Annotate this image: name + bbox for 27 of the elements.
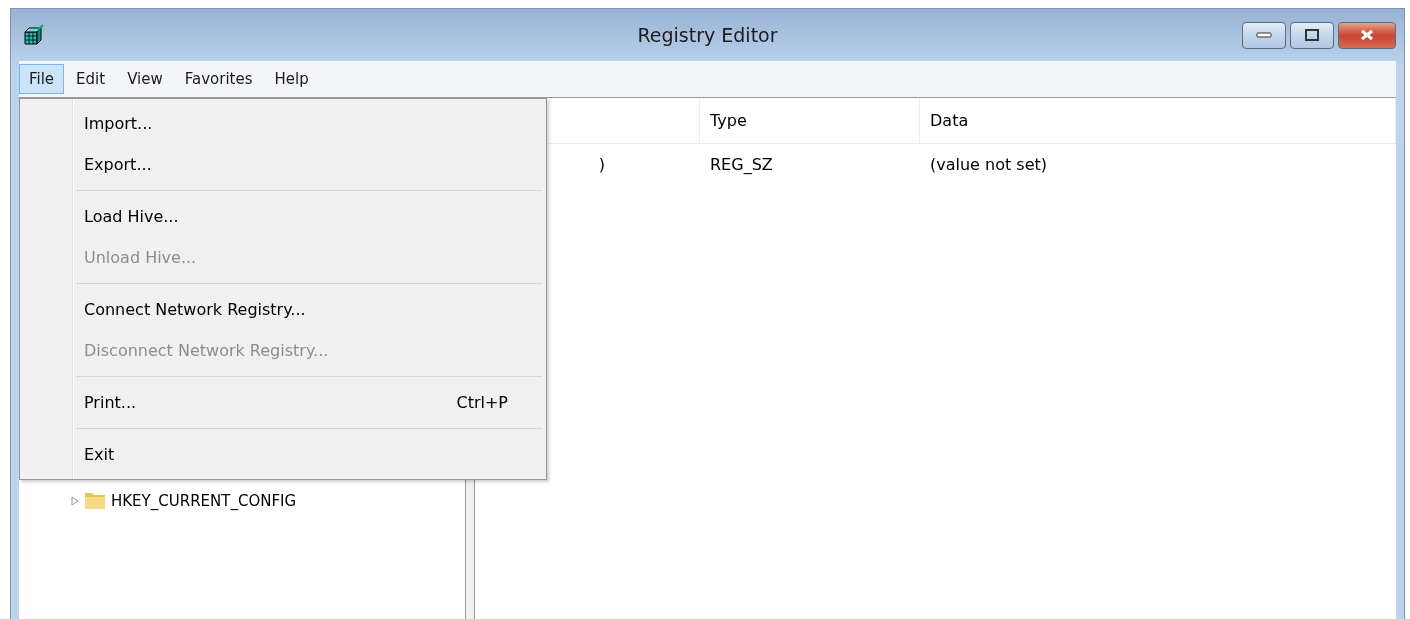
menu-entry[interactable]: Load Hive... (22, 196, 544, 237)
table-cell-text: ) (597, 154, 606, 174)
tree-item[interactable]: HKEY_CURRENT_CONFIG (111, 492, 297, 510)
menu-entry[interactable]: Exit (22, 434, 544, 475)
window-title: Registry Editor (637, 24, 778, 46)
minimize-button[interactable] (1242, 21, 1286, 49)
menu-entry[interactable]: Import... (22, 103, 544, 144)
minimize-icon (1256, 32, 1272, 38)
table-cell-text: REG_SZ (709, 154, 773, 174)
column-header[interactable]: Type (700, 98, 920, 143)
close-button[interactable] (1338, 21, 1396, 49)
column-header[interactable]: Data (920, 98, 1396, 143)
menu-item[interactable]: Help (264, 64, 319, 94)
folder-icon (85, 493, 105, 509)
table-cell-text: (value not set) (929, 154, 1047, 174)
close-icon (1359, 29, 1375, 41)
menu-entry[interactable]: Export... (22, 144, 544, 185)
registry-cubes-icon (23, 24, 45, 46)
menu-item[interactable]: View (117, 64, 173, 94)
menu-item[interactable]: Edit (66, 64, 116, 94)
menu-item[interactable]: File (19, 64, 65, 94)
menu-item[interactable]: Favorites (174, 64, 263, 94)
shortcut-label: Ctrl+P (456, 393, 508, 412)
maximize-icon (1305, 29, 1319, 41)
menu-entry[interactable]: Connect Network Registry... (22, 289, 544, 330)
menu-entry[interactable]: Print... Ctrl+P (22, 382, 544, 423)
maximize-button[interactable] (1290, 21, 1334, 49)
